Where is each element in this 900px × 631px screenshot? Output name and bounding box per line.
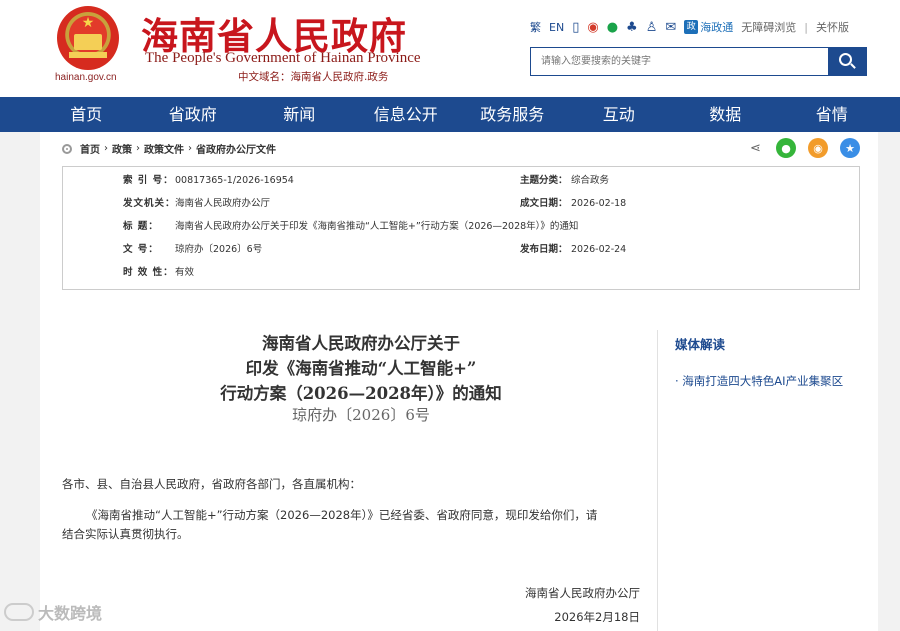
robot-icon[interactable]: ♣ (626, 20, 638, 35)
written-date-label: 成文日期： (520, 198, 568, 209)
breadcrumb-separator: › (136, 143, 140, 154)
accessible-browse-link[interactable]: 无障碍浏览 (741, 19, 796, 35)
traditional-chinese-link[interactable]: 繁 (530, 19, 541, 35)
national-emblem-logo[interactable]: ★ (57, 6, 119, 70)
site-url: hainan.gov.cn (55, 72, 117, 83)
meta-row: 时 效 性： 有效 (63, 263, 859, 283)
care-version-link[interactable]: 关怀版 (816, 19, 849, 35)
chinese-domain-name: 中文域名：海南省人民政府.政务 (238, 71, 389, 83)
watermark: 大数跨境 (4, 600, 102, 624)
breadcrumb-policy[interactable]: 政策 (112, 141, 132, 156)
docno-label: 文 号： (123, 244, 159, 255)
nav-home[interactable]: 首页 (33, 97, 140, 132)
article-signer: 海南省人民政府办公厅 (525, 586, 640, 600)
breadcrumb-home[interactable]: 首页 (80, 141, 100, 156)
mobile-icon[interactable]: ▯ (572, 20, 579, 35)
search-box (530, 47, 867, 76)
column-divider (657, 330, 658, 631)
search-input[interactable] (531, 48, 829, 75)
article-body-line: 结合实际认真贯彻执行。 (62, 527, 189, 541)
docno-value: 琼府办〔2026〕6号 (175, 244, 263, 255)
weibo-icon[interactable]: ◉ (587, 20, 598, 35)
wechat-share-icon[interactable]: ● (776, 138, 796, 158)
meta-row: 索 引 号： 00817365-1/2026-16954 主题分类： 综合政务 (63, 171, 859, 191)
nav-services[interactable]: 政务服务 (459, 97, 566, 132)
meta-row: 文 号： 琼府办〔2026〕6号 发布日期： 2026-02-24 (63, 240, 859, 260)
topic-label: 主题分类： (520, 175, 568, 186)
emblem-base-shape (69, 52, 107, 58)
location-icon (62, 143, 72, 154)
media-interpretation-title: 媒体解读 (675, 337, 726, 352)
article-salutation: 各市、县、自治县人民政府，省政府各部门，各直属机构： (62, 477, 361, 491)
topic-value: 综合政务 (571, 175, 610, 186)
hainan-app-label: 海政通 (700, 21, 734, 34)
title-label: 标 题： (123, 221, 159, 232)
share-bar: ⋖ ● ◉ ★ (750, 138, 860, 158)
nav-news[interactable]: 新闻 (246, 97, 353, 132)
nav-government[interactable]: 省政府 (140, 97, 247, 132)
nav-interaction[interactable]: 互动 (566, 97, 673, 132)
breadcrumb-separator: › (188, 143, 192, 154)
meta-row: 标 题： 海南省人民政府办公厅关于印发《海南省推动“人工智能+”行动方案（202… (63, 217, 859, 237)
article-doc-number: 琼府办〔2026〕6号 (292, 406, 430, 424)
watermark-text: 大数跨境 (38, 604, 103, 623)
share-icon[interactable]: ⋖ (750, 141, 764, 156)
nav-data[interactable]: 数据 (672, 97, 779, 132)
breadcrumb-policy-docs[interactable]: 政策文件 (144, 141, 184, 156)
weibo-share-icon[interactable]: ◉ (808, 138, 828, 158)
validity-label: 时 效 性： (123, 267, 174, 278)
index-label: 索 引 号： (123, 175, 174, 186)
mail-icon[interactable]: ✉ (665, 20, 676, 35)
site-title-en: The People's Government of Hainan Provin… (145, 50, 421, 66)
hainan-app-icon: 政 (684, 20, 699, 34)
search-button[interactable] (828, 48, 866, 75)
wechat-icon[interactable]: ● (607, 20, 618, 35)
hainan-app-link[interactable]: 政 海政通 (684, 19, 733, 35)
gate-emblem-shape (74, 34, 102, 50)
validity-value: 有效 (175, 267, 195, 278)
issuer-value: 海南省人民政府办公厅 (175, 198, 271, 209)
site-header: ★ hainan.gov.cn 海南省人民政府 The People's Gov… (0, 0, 900, 97)
issuer-label: 发文机关： (123, 198, 176, 209)
top-link-separator: | (804, 20, 808, 34)
breadcrumb-office-docs[interactable]: 省政府办公厅文件 (196, 141, 276, 156)
breadcrumb: 首页 › 政策 › 政策文件 › 省政府办公厅文件 (62, 141, 276, 156)
index-value: 00817365-1/2026-16954 (175, 175, 294, 186)
meta-row: 发文机关： 海南省人民政府办公厅 成文日期： 2026-02-18 (63, 194, 859, 214)
nav-disclosure[interactable]: 信息公开 (353, 97, 460, 132)
nav-province-info[interactable]: 省情 (779, 97, 886, 132)
media-interpretation-link[interactable]: · 海南打造四大特色AI产业集聚区 (675, 373, 843, 389)
english-link[interactable]: EN (549, 21, 564, 34)
title-value: 海南省人民政府办公厅关于印发《海南省推动“人工智能+”行动方案（2026—202… (175, 221, 579, 232)
publish-date-value: 2026-02-24 (571, 244, 627, 255)
watermark-logo-icon (4, 603, 34, 621)
article-body-line: 《海南省推动“人工智能+”行动方案（2026—2028年）》已经省委、省政府同意… (86, 508, 598, 522)
breadcrumb-separator: › (104, 143, 108, 154)
top-links: 繁 EN ▯ ◉ ● ♣ ♙ ✉ 政 海政通 无障碍浏览 | 关怀版 (530, 17, 849, 37)
content-card: 首页 › 政策 › 政策文件 › 省政府办公厅文件 ⋖ ● ◉ ★ 索 引 号：… (40, 132, 878, 631)
user-icon[interactable]: ♙ (646, 20, 658, 35)
article-sign-date: 2026年2月18日 (554, 610, 640, 624)
document-meta-table: 索 引 号： 00817365-1/2026-16954 主题分类： 综合政务 … (62, 166, 860, 290)
star-icon: ★ (81, 15, 95, 31)
article-title-line: 印发《海南省推动“人工智能+” (245, 359, 477, 378)
main-nav: 首页 省政府 新闻 信息公开 政务服务 互动 数据 省情 (0, 97, 900, 132)
article-title-line: 行动方案（2026—2028年）》的通知 (220, 384, 502, 403)
qzone-share-icon[interactable]: ★ (840, 138, 860, 158)
article-title-line: 海南省人民政府办公厅关于 (262, 334, 460, 353)
publish-date-label: 发布日期： (520, 244, 568, 255)
written-date-value: 2026-02-18 (571, 198, 627, 209)
